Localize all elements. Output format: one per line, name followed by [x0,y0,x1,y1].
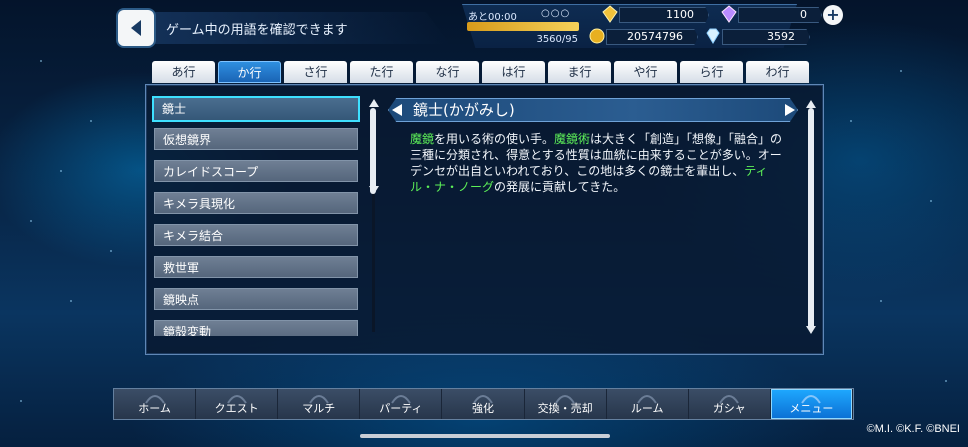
term-item[interactable]: 仮想鏡界 [154,128,358,150]
description-text: の発展に貢献してきた。 [494,180,626,194]
term-item[interactable]: カレイドスコープ [154,160,358,182]
back-arrow-icon [131,20,141,36]
nav-item-7[interactable]: ガシャ [689,389,771,419]
term-item[interactable]: 鏡士 [152,96,360,122]
nav-item-1[interactable]: クエスト [196,389,279,419]
star [880,300,882,302]
nav-label: パーティ [379,402,423,415]
detail-scroll-thumb[interactable] [808,108,814,330]
term-next-icon[interactable] [785,104,795,116]
term-item[interactable]: 救世軍 [154,256,358,278]
kana-tabs: あ行 か行 さ行 た行 な行 は行 ま行 や行 ら行 わ行 [152,61,809,83]
tab-4[interactable]: な行 [416,61,479,83]
nav-item-4[interactable]: 強化 [442,389,525,419]
tab-6[interactable]: ま行 [548,61,611,83]
back-button[interactable] [118,10,154,46]
gold-gem-icon [602,5,618,23]
nav-item-6[interactable]: ルーム [607,389,689,419]
tab-0[interactable]: あ行 [152,61,215,83]
nav-label: 強化 [471,402,494,415]
gold-gem-count: 1100 [619,7,709,23]
stamina-dots: ○○○ [541,8,571,19]
stamina-timer: あと00:00 [468,12,517,23]
term-item[interactable]: キメラ結合 [154,224,358,246]
nav-label: ガシャ [712,402,746,415]
description-text: を用いる術の使い手。 [434,132,555,146]
nav-label: クエスト [214,402,259,415]
list-scroll-thumb[interactable] [370,108,376,194]
list-scroll-up-icon[interactable] [369,99,379,107]
nav-label: メニュー [789,402,834,415]
stamina-value: 3560/95 [536,34,578,45]
diamond-icon [706,28,720,44]
highlighted-term-link[interactable]: 魔鏡術 [554,132,590,146]
tab-2[interactable]: さ行 [284,61,347,83]
stamina-bar [467,22,579,31]
home-indicator[interactable] [360,434,610,438]
rainbow-gem-icon [721,5,737,23]
tab-1[interactable]: か行 [218,61,281,83]
add-currency-button[interactable]: + [823,5,843,25]
term-item[interactable]: 鏡殻変動 [154,320,358,336]
star [930,200,932,202]
star [30,220,32,222]
nav-item-0[interactable]: ホーム [114,389,197,419]
term-title-bar: 鏡士(かがみし) [388,98,798,122]
detail-scroll-up-icon[interactable] [806,100,816,108]
nav-label: ホーム [138,402,171,415]
star [850,120,852,122]
star [40,60,42,62]
rainbow-gem-count: 0 [738,7,822,23]
nav-item-5[interactable]: 交換・売却 [525,389,607,419]
detail-scroll-down-icon[interactable] [806,326,816,334]
nav-label: 交換・売却 [537,402,593,415]
tab-3[interactable]: た行 [350,61,413,83]
coin-icon [589,28,605,44]
term-prev-icon[interactable] [392,104,402,116]
term-item[interactable]: 鏡映点 [154,288,358,310]
copyright: ©M.I. ©K.F. ©BNEI [866,423,960,435]
term-description: 魔鏡を用いる術の使い手。魔鏡術は大きく「創造」「想像」「融合」の三種に分類され、… [410,131,785,195]
page-title: ゲーム中の用語を確認できます [150,12,450,44]
tab-8[interactable]: ら行 [680,61,743,83]
term-list: 鏡士仮想鏡界カレイドスコープ キメラ具現化 キメラ結合救世軍鏡映点鏡殻変動 [152,96,360,336]
stamina-bar-fill [467,22,579,31]
diamond-count: 3592 [722,29,810,45]
star [110,250,112,252]
tab-7[interactable]: や行 [614,61,677,83]
nav-item-8[interactable]: メニュー [770,389,853,419]
star [20,400,22,402]
tab-5[interactable]: は行 [482,61,545,83]
bottom-nav: ホーム クエスト マルチ パーティ 強化 交換・売却 ルーム ガシャ メニュー [113,388,854,420]
star [900,70,902,72]
coin-count: 20574796 [606,29,698,45]
star [60,170,62,172]
nav-item-3[interactable]: パーティ [360,389,443,419]
tab-9[interactable]: わ行 [746,61,809,83]
nav-label: マルチ [302,402,336,415]
star [70,300,72,302]
term-item[interactable]: キメラ具現化 [154,192,358,214]
star [945,380,947,382]
highlighted-term-link[interactable]: 魔鏡 [410,132,434,146]
star [90,120,92,122]
list-scroll-down-icon[interactable] [369,186,379,194]
page-title-text: ゲーム中の用語を確認できます [166,22,348,38]
nav-item-2[interactable]: マルチ [278,389,361,419]
nav-label: ルーム [630,402,664,415]
term-title: 鏡士(かがみし) [413,101,515,119]
